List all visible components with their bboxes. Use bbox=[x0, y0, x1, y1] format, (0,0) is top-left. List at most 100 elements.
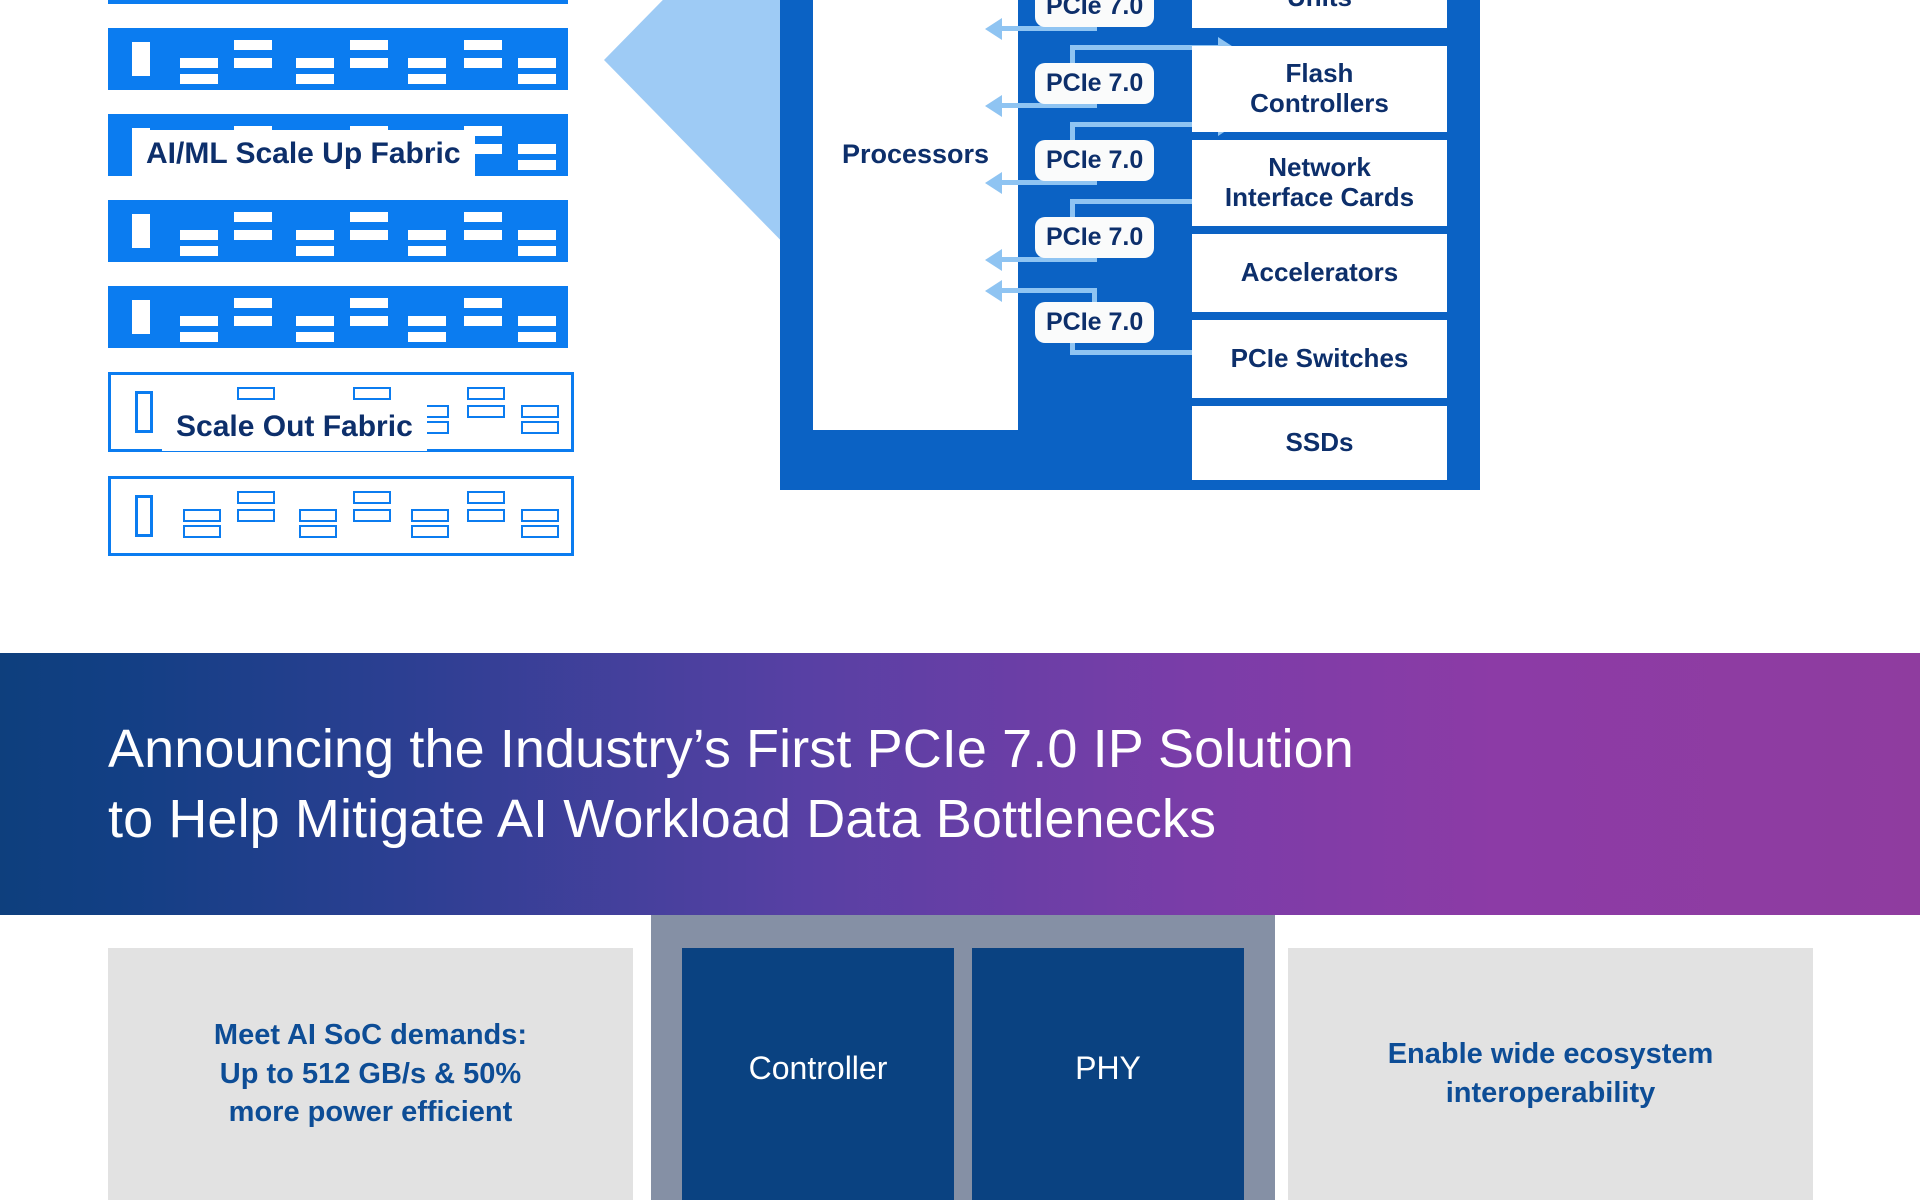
rack-slot bbox=[350, 230, 388, 240]
ip-solution-frame: Controller PHY bbox=[651, 915, 1275, 1200]
soc-block: Processors PCIe 7.0 PCIe 7.0 PCIe 7.0 PC… bbox=[780, 0, 1480, 490]
benefit-text: Enable wide ecosystem interoperability bbox=[1388, 1035, 1714, 1112]
component-label-line2: Controllers bbox=[1250, 88, 1389, 118]
rack-slot bbox=[411, 509, 449, 522]
rack-led-icon bbox=[132, 214, 150, 248]
rack-slot bbox=[234, 212, 272, 222]
arrow-head-left-icon bbox=[985, 172, 1002, 194]
component-box-flash-controllers: Flash Controllers bbox=[1192, 46, 1447, 132]
rack-slot bbox=[234, 298, 272, 308]
rack-slot bbox=[521, 525, 559, 538]
rack-slot bbox=[234, 58, 272, 68]
rack-slot bbox=[464, 212, 502, 222]
rack-row bbox=[108, 286, 568, 348]
rack-slot bbox=[518, 160, 556, 170]
benefit-box-interoperability: Enable wide ecosystem interoperability bbox=[1288, 948, 1813, 1200]
banner-headline: Announcing the Industry’s First PCIe 7.0… bbox=[0, 714, 1394, 854]
rack-slot bbox=[299, 509, 337, 522]
benefit-line-1: Enable wide ecosystem bbox=[1387, 1038, 1714, 1071]
rack-stack bbox=[108, 0, 574, 580]
rack-slot bbox=[408, 332, 446, 342]
rack-slot bbox=[518, 58, 556, 68]
rack-slot bbox=[408, 230, 446, 240]
rack-slot bbox=[521, 421, 559, 434]
rack-slot bbox=[521, 405, 559, 418]
component-label: SSDs bbox=[1285, 427, 1354, 458]
slide-root: AI/ML Scale Up Fabric Scale Out Fabric P… bbox=[0, 0, 1920, 1200]
component-label: Accelerators bbox=[1240, 257, 1399, 288]
rack-slot bbox=[408, 316, 446, 326]
rack-slot bbox=[518, 230, 556, 240]
component-label: Units bbox=[1287, 0, 1352, 13]
pcie-link-label: PCIe 7.0 bbox=[1035, 0, 1155, 27]
rack-slot bbox=[353, 491, 391, 504]
rack-slot bbox=[296, 74, 334, 84]
banner-headline-line2: to Help Mitigate AI Workload Data Bottle… bbox=[108, 789, 1217, 849]
ip-block-label: Controller bbox=[748, 1049, 888, 1086]
rack-slot bbox=[467, 387, 505, 400]
rack-slot bbox=[180, 316, 218, 326]
rack-slot bbox=[350, 40, 388, 50]
arrow-head-left-icon bbox=[985, 249, 1002, 271]
rack-slot bbox=[464, 58, 502, 68]
rack-slot bbox=[296, 246, 334, 256]
benefit-box-performance: Meet AI SoC demands: Up to 512 GB/s & 50… bbox=[108, 948, 633, 1200]
rack-slot bbox=[467, 509, 505, 522]
pcie-link-label: PCIe 7.0 bbox=[1035, 140, 1155, 181]
component-label-line1: Network bbox=[1268, 152, 1371, 183]
rack-slot bbox=[180, 74, 218, 84]
processors-label: Processors bbox=[841, 138, 990, 169]
rack-slot bbox=[521, 509, 559, 522]
rack-slot bbox=[408, 246, 446, 256]
arrow-head-left-icon bbox=[985, 18, 1002, 40]
ip-block-label: PHY bbox=[1075, 1049, 1141, 1086]
rack-slot bbox=[408, 74, 446, 84]
rack-slot bbox=[296, 230, 334, 240]
rack-slot bbox=[234, 316, 272, 326]
rack-slot bbox=[353, 509, 391, 522]
rack-slot bbox=[411, 525, 449, 538]
processors-box: Processors bbox=[813, 0, 1018, 430]
rack-slot bbox=[464, 298, 502, 308]
arrow-head-left-icon bbox=[985, 280, 1002, 302]
rack-led-icon bbox=[132, 300, 150, 334]
component-label: PCIe Switches bbox=[1230, 343, 1409, 374]
top-diagram: AI/ML Scale Up Fabric Scale Out Fabric P… bbox=[0, 0, 1920, 640]
pcie-link-label: PCIe 7.0 bbox=[1035, 302, 1155, 343]
rack-slot bbox=[464, 40, 502, 50]
pcie-link-label: PCIe 7.0 bbox=[1035, 217, 1155, 258]
flow-arrow-left-icon bbox=[604, 0, 800, 260]
benefit-line-2: interoperability bbox=[1445, 1077, 1656, 1109]
rack-row bbox=[108, 200, 568, 262]
benefit-line-2: Up to 512 GB/s & 50% bbox=[219, 1057, 522, 1090]
rack-slot bbox=[296, 332, 334, 342]
rack-row bbox=[108, 0, 568, 4]
rack-slot bbox=[180, 230, 218, 240]
component-box-accelerators: Accelerators bbox=[1192, 234, 1447, 312]
ip-block-phy: PHY bbox=[972, 948, 1244, 1200]
benefit-line-3: more power efficient bbox=[228, 1096, 513, 1129]
component-box-pcie-switches: PCIe Switches bbox=[1192, 320, 1447, 398]
rack-slot bbox=[467, 405, 505, 418]
rack-slot bbox=[234, 230, 272, 240]
rack-led-icon bbox=[135, 391, 153, 433]
rack-slot bbox=[464, 230, 502, 240]
rack-slot bbox=[518, 144, 556, 154]
benefit-text: Meet AI SoC demands: Up to 512 GB/s & 50… bbox=[214, 1016, 527, 1132]
component-label-line2: Interface Cards bbox=[1224, 182, 1415, 212]
scale-up-fabric-label: AI/ML Scale Up Fabric bbox=[132, 130, 475, 178]
rack-slot bbox=[180, 58, 218, 68]
rack-slot bbox=[237, 491, 275, 504]
component-label-line1: Flash bbox=[1285, 58, 1354, 89]
rack-slot bbox=[518, 332, 556, 342]
rack-slot bbox=[237, 387, 275, 400]
rack-slot bbox=[350, 298, 388, 308]
rack-led-icon bbox=[135, 495, 153, 537]
rack-row-scale-out-b bbox=[108, 476, 574, 556]
rack-slot bbox=[350, 316, 388, 326]
rack-slot bbox=[296, 316, 334, 326]
banner-headline-line1: Announcing the Industry’s First PCIe 7.0… bbox=[108, 718, 1354, 779]
rack-slot bbox=[518, 74, 556, 84]
scale-out-fabric-label: Scale Out Fabric bbox=[162, 403, 427, 451]
benefit-line-1: Meet AI SoC demands: bbox=[213, 1019, 528, 1052]
